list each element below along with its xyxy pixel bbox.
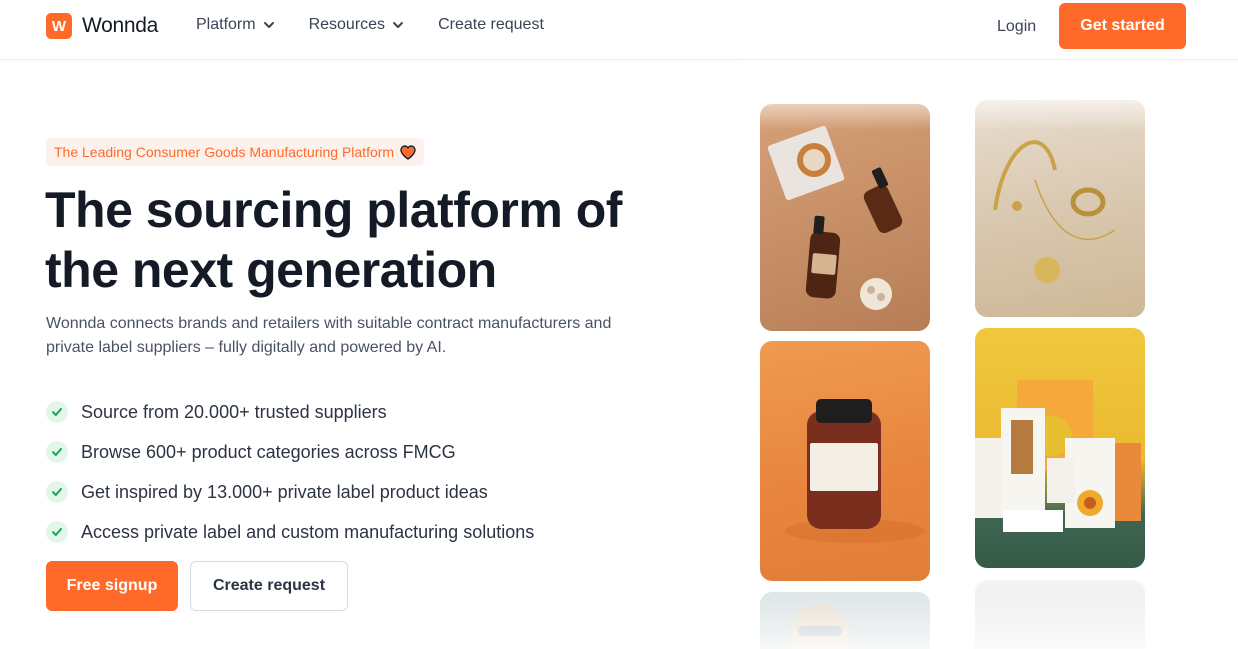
check-icon — [46, 521, 68, 543]
check-icon — [46, 401, 68, 423]
nav-platform-label: Platform — [196, 16, 256, 33]
logo-text: Wonnda — [82, 14, 159, 37]
nav-resources-label: Resources — [308, 16, 386, 33]
heart-icon — [400, 144, 416, 160]
nav-platform[interactable]: Platform — [196, 16, 275, 34]
product-image-minimal — [975, 580, 1145, 649]
hero-badge-text: The Leading Consumer Goods Manufacturing… — [54, 144, 395, 160]
check-icon — [46, 441, 68, 463]
hero-headline: The sourcing platform of the next genera… — [45, 180, 685, 300]
logo[interactable]: W Wonnda — [46, 13, 158, 39]
free-signup-button[interactable]: Free signup — [46, 561, 178, 611]
logo-mark: W — [46, 13, 72, 39]
product-image-jewelry — [975, 100, 1145, 317]
feature-list: Source from 20.000+ trusted suppliers Br… — [46, 392, 534, 552]
chevron-down-icon — [393, 22, 404, 28]
product-image-supplements — [760, 341, 930, 581]
feature-text: Browse 600+ product categories across FM… — [81, 441, 456, 462]
product-image-cosmetics — [760, 104, 930, 331]
login-link[interactable]: Login — [997, 18, 1036, 36]
check-icon — [46, 481, 68, 503]
feature-item: Get inspired by 13.000+ private label pr… — [46, 472, 534, 512]
get-started-button[interactable]: Get started — [1059, 3, 1186, 49]
top-navbar: W Wonnda Platform Resources Create reque… — [0, 0, 1238, 60]
nav-links: Platform Resources Create request — [196, 16, 544, 34]
create-request-button[interactable]: Create request — [190, 561, 348, 611]
product-image-packaging — [975, 328, 1145, 568]
hero-headline-line2: the next generation — [45, 242, 497, 298]
nav-create-request[interactable]: Create request — [438, 16, 544, 34]
feature-text: Access private label and custom manufact… — [81, 521, 535, 542]
feature-text: Source from 20.000+ trusted suppliers — [81, 401, 387, 422]
feature-item: Source from 20.000+ trusted suppliers — [46, 392, 534, 432]
feature-text: Get inspired by 13.000+ private label pr… — [81, 481, 488, 502]
product-image-lab — [760, 592, 930, 649]
chevron-down-icon — [263, 22, 274, 28]
hero-headline-line1: The sourcing platform of — [45, 182, 622, 238]
hero-subtext: Wonnda connects brands and retailers wit… — [46, 315, 612, 356]
nav-create-request-label: Create request — [438, 16, 544, 33]
nav-resources[interactable]: Resources — [309, 16, 404, 34]
feature-item: Browse 600+ product categories across FM… — [46, 432, 534, 472]
feature-item: Access private label and custom manufact… — [46, 512, 534, 552]
hero-badge: The Leading Consumer Goods Manufacturing… — [46, 138, 425, 166]
